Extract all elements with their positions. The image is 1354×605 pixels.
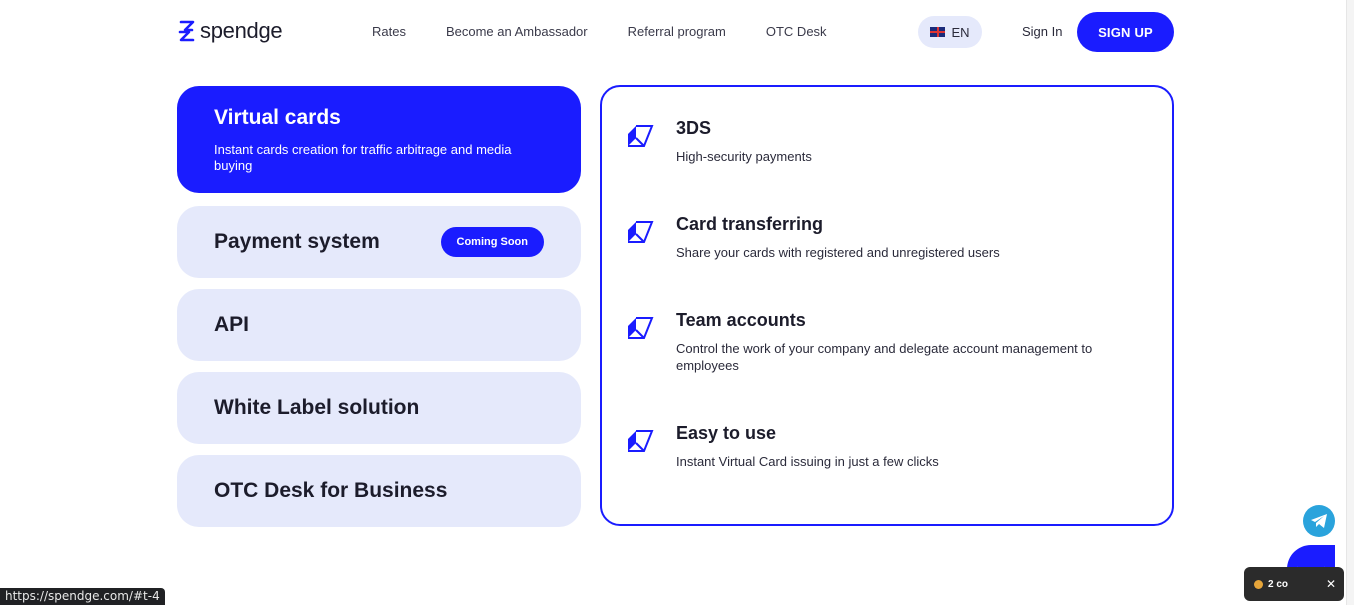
cookie-label: 2 co	[1268, 578, 1289, 590]
tab-title: API	[214, 313, 250, 336]
status-bar-url: https://spendge.com/#t-4	[0, 588, 165, 605]
feature-title: Card transferring	[676, 214, 824, 234]
nav-rates[interactable]: Rates	[372, 24, 406, 39]
cookie-icon	[1254, 579, 1263, 589]
feature-title: Easy to use	[676, 423, 777, 443]
close-icon[interactable]: ✕	[1326, 577, 1336, 591]
tab-title: OTC Desk for Business	[214, 479, 448, 502]
features-panel: 3DS High-security payments Card transfer…	[600, 85, 1174, 526]
feature-title: Team accounts	[676, 310, 806, 330]
feature-description: Control the work of your company and del…	[676, 341, 1093, 373]
feature-description: Share your cards with registered and unr…	[676, 245, 1000, 260]
feature-bullet-icon	[628, 221, 654, 243]
nav-otc-desk[interactable]: OTC Desk	[766, 24, 827, 39]
tab-api[interactable]: API	[177, 289, 581, 361]
brand-name: spendge	[200, 18, 283, 43]
coming-soon-badge: Coming Soon	[440, 227, 544, 257]
telegram-button[interactable]	[1303, 505, 1335, 537]
tab-title: Virtual cards	[214, 106, 341, 129]
page-scrollbar[interactable]	[1346, 0, 1354, 605]
telegram-icon	[1311, 514, 1327, 528]
nav-referral[interactable]: Referral program	[628, 24, 726, 39]
sign-up-button[interactable]: SIGN UP	[1077, 12, 1174, 52]
site-header: spendge Rates Become an Ambassador Refer…	[0, 0, 1346, 64]
tab-title: Payment system	[214, 230, 380, 253]
feature-bullet-icon	[628, 430, 654, 452]
feature-description: Instant Virtual Card issuing in just a f…	[676, 454, 939, 469]
tab-white-label[interactable]: White Label solution	[177, 372, 581, 444]
tab-description: Instant cards creation for traffic arbit…	[214, 142, 512, 173]
feature-bullet-icon	[628, 125, 654, 147]
sign-in-link[interactable]: Sign In	[1022, 24, 1062, 39]
feature-title: 3DS	[676, 118, 712, 138]
language-label: EN	[951, 24, 970, 40]
brand-logo[interactable]: spendge	[177, 18, 283, 44]
tab-title: White Label solution	[214, 396, 420, 419]
feature-bullet-icon	[628, 317, 654, 339]
uk-flag-icon	[930, 27, 946, 37]
nav-ambassador[interactable]: Become an Ambassador	[446, 24, 588, 39]
language-switcher[interactable]: EN	[918, 16, 982, 48]
tab-payment-system[interactable]: Payment system Coming Soon	[177, 206, 581, 278]
spendge-logo-icon	[178, 20, 195, 42]
main-nav: Rates Become an Ambassador Referral prog…	[372, 24, 867, 39]
tab-virtual-cards[interactable]: Virtual cards Instant cards creation for…	[177, 86, 581, 193]
cookie-banner[interactable]: 2 co ✕	[1244, 567, 1344, 601]
tab-otc-desk-business[interactable]: OTC Desk for Business	[177, 455, 581, 527]
feature-description: High-security payments	[676, 149, 812, 164]
